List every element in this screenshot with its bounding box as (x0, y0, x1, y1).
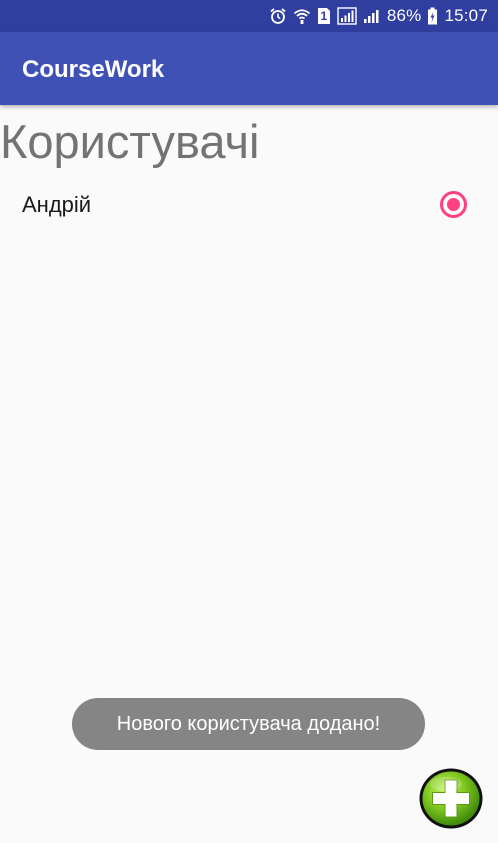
sim-icon: 1 (317, 7, 331, 25)
add-user-button[interactable] (418, 767, 484, 830)
app-title: CourseWork (22, 56, 165, 83)
wifi-icon (293, 7, 311, 25)
add-plus-icon (419, 768, 483, 829)
battery-charging-icon (427, 7, 438, 25)
signal-sim1-icon (337, 7, 357, 25)
status-icons: 1 86% 15:07 (269, 0, 488, 32)
toast-message: Нового користувача додано! (72, 698, 425, 750)
page-heading: Користувачі (0, 115, 260, 168)
alarm-icon (269, 7, 287, 25)
battery-percent: 86% (386, 6, 422, 25)
app-bar: CourseWork (0, 32, 498, 105)
signal-sim2-icon (363, 7, 381, 25)
user-list-item[interactable]: Андрій (0, 183, 498, 227)
sim-badge: 1 (320, 9, 328, 23)
status-bar: 1 86% 15:07 (0, 0, 498, 32)
user-radio-button[interactable] (439, 190, 468, 219)
user-name: Андрій (22, 192, 92, 217)
clock-time: 15:07 (444, 6, 488, 25)
